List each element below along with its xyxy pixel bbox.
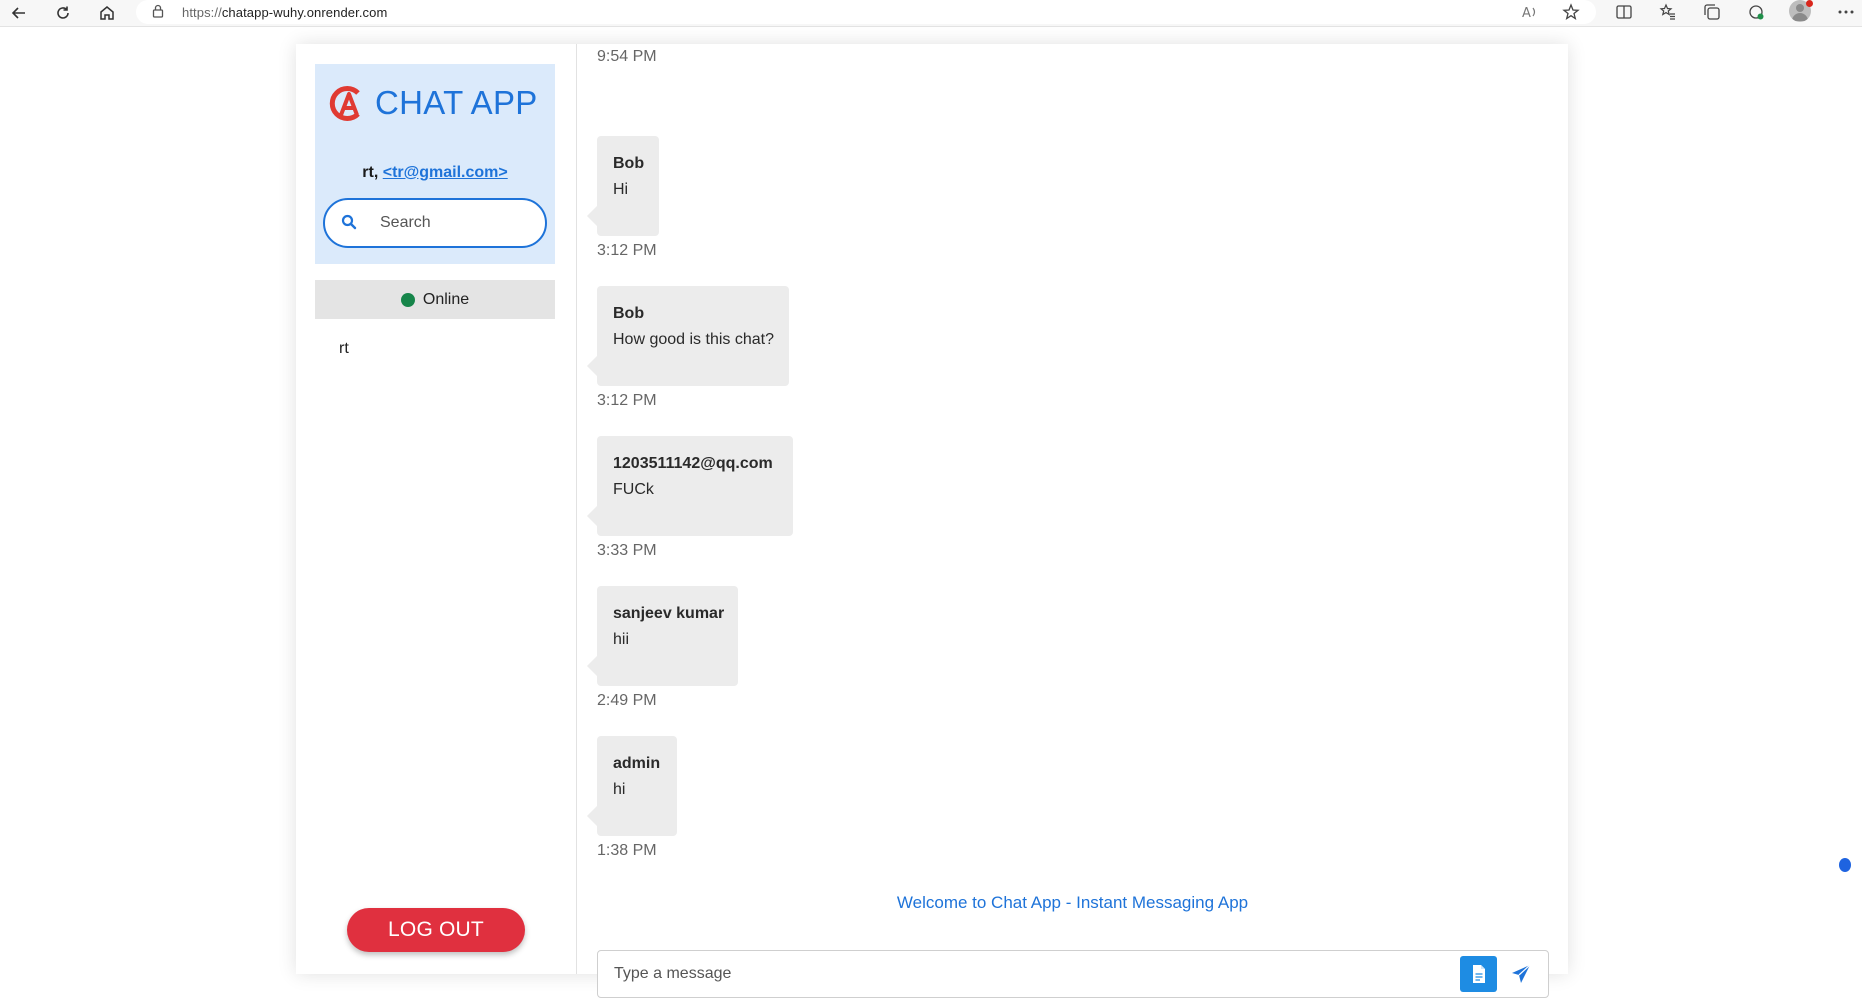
welcome-banner: Welcome to Chat App - Instant Messaging … [896,893,1249,912]
favorite-star-icon[interactable] [1556,0,1586,24]
message-sender: 1203511142@qq.com [613,455,773,472]
online-user-item[interactable]: rt [339,340,349,358]
brand-card: CHAT APP rt, <tr@gmail.com> [315,64,555,264]
message-sender: sanjeev kumar [613,605,725,622]
message-time: 9:54 PM [597,48,657,65]
message-time: 3:12 PM [597,242,657,259]
online-label: Online [422,290,470,308]
message-time: 3:33 PM [597,542,657,559]
extensions-icon[interactable] [1741,0,1771,24]
url-scheme: https:// [182,4,222,20]
lock-icon[interactable] [152,4,170,21]
search-input[interactable] [378,213,532,233]
chat-app-logo-icon [329,84,367,122]
brand-title: CHAT APP [375,84,538,121]
message-text: hi [613,781,626,798]
browser-toolbar: https://chatapp-wuhy.onrender.com A [0,0,1862,27]
message-sender: admin [613,755,661,772]
more-icon[interactable] [1831,0,1861,24]
message-bubble: Bob How good is this chat? [587,286,789,386]
message-sender: Bob [613,305,645,322]
message-time: 3:12 PM [597,392,657,409]
search-icon [341,214,359,232]
file-icon [1472,965,1485,983]
current-user: rt, <tr@gmail.com> [315,164,555,182]
message-bubble: admin hi [587,736,677,836]
send-button[interactable] [1503,956,1539,992]
favorites-icon[interactable] [1653,0,1683,24]
collections-icon[interactable] [1697,0,1727,24]
current-user-name: rt, [362,164,379,181]
search-box[interactable] [323,198,547,248]
chat-panel: 9:54 PM Bob Hi 3:12 PM Bob How good is t… [577,44,1851,998]
message-bubble: sanjeev kumar hii [587,586,738,686]
message-time: 1:38 PM [597,842,657,859]
home-icon[interactable] [94,1,120,25]
sidebar: CHAT APP rt, <tr@gmail.com> Online rt LO… [296,44,577,974]
message-text: Hi [613,181,629,198]
read-aloud-icon[interactable]: A [1516,0,1546,24]
send-icon [1512,964,1531,983]
scroll-indicator[interactable] [1839,858,1851,872]
message-time: 2:49 PM [597,692,657,709]
message-sender: Bob [613,155,645,172]
attach-file-button[interactable] [1460,956,1497,992]
back-icon[interactable] [6,1,32,25]
message-text: FUCk [613,481,654,498]
logout-button[interactable]: LOG OUT [347,908,525,952]
notification-dot [1806,0,1813,7]
message-text: hii [613,631,630,648]
online-status-bar: Online [315,280,555,319]
split-screen-icon[interactable] [1609,0,1639,24]
address-bar[interactable]: https://chatapp-wuhy.onrender.com [136,0,1596,24]
message-bubble: Bob Hi [587,136,659,236]
svg-text:A: A [1522,6,1531,20]
message-text: How good is this chat? [613,331,774,348]
chat-app-container: CHAT APP rt, <tr@gmail.com> Online rt LO… [296,44,1851,998]
refresh-icon[interactable] [50,1,76,25]
url-host: chatapp-wuhy.onrender.com [221,4,388,20]
message-input[interactable] [612,961,1416,987]
url-text[interactable]: https://chatapp-wuhy.onrender.com [182,5,387,20]
message-bubble: 1203511142@qq.com FUCk [587,436,793,536]
online-dot-icon [400,292,415,307]
message-composer [597,950,1549,998]
current-user-email-link[interactable]: <tr@gmail.com> [383,164,508,181]
